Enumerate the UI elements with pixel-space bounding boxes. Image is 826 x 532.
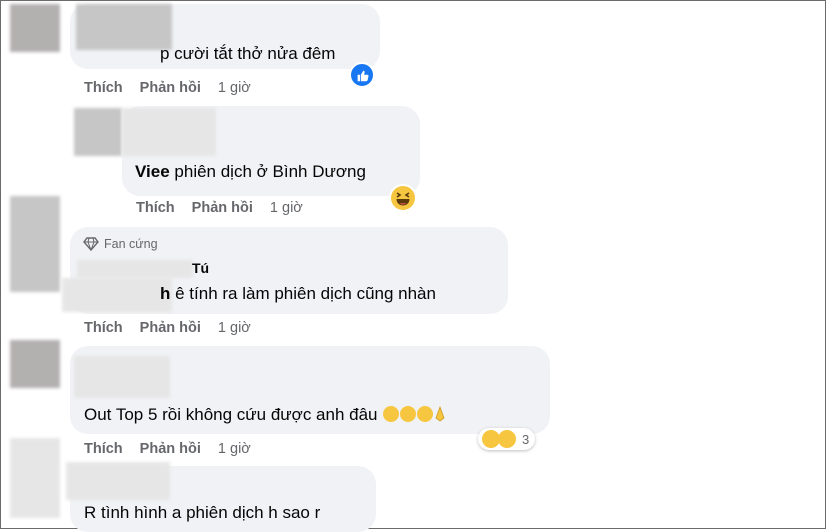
laughing-tears-icon [400,406,417,422]
mentioned-name[interactable]: Viee [135,162,170,181]
comment-time[interactable]: 1 giờ [218,441,251,457]
author-name[interactable] [76,4,172,50]
comment-text: p cười tắt thở nửa đêm [160,44,336,63]
author-name[interactable] [74,356,170,398]
blurred-text [62,278,172,312]
avatar[interactable] [10,340,60,388]
fan-badge: Fan cứng [83,237,158,251]
reply-button[interactable]: Phản hồi [140,441,201,457]
reply-button[interactable]: Phản hồi [140,320,201,336]
like-button[interactable]: Thích [84,441,123,457]
haha-icon [498,430,516,448]
avatar[interactable] [74,108,122,156]
avatar[interactable] [10,4,60,52]
folded-hands-icon [433,405,447,422]
comment-time[interactable]: 1 giờ [218,80,251,96]
reply-button[interactable]: Phản hồi [140,80,201,96]
author-name-suffix[interactable]: Tú [192,260,209,276]
author-name[interactable] [66,462,170,500]
laughing-tears-icon [417,406,434,422]
diamond-icon [83,237,99,251]
author-name[interactable] [122,108,216,156]
reply-button[interactable]: Phản hồi [192,200,253,216]
like-button[interactable]: Thích [136,200,175,216]
comment-time[interactable]: 1 giờ [270,200,303,216]
comment-text: Out Top 5 rồi không cứu được anh đâu [84,405,447,425]
like-icon [357,70,369,81]
comment-text: Viee phiên dịch ở Bình Dương [135,162,366,181]
like-reaction[interactable] [349,62,375,88]
dizzy-face-icon [383,406,400,422]
author-name[interactable] [77,260,193,278]
comment-actions: Thích Phản hồi 1 giờ [136,200,303,216]
comment-time[interactable]: 1 giờ [218,320,251,336]
badge-label: Fan cứng [104,237,158,251]
haha-icon [396,192,410,206]
comment-text: h ê tính ra làm phiên dịch cũng nhàn [160,284,436,303]
reaction-summary[interactable]: 3 [478,428,536,450]
comment-actions: Thích Phản hồi 1 giờ [84,441,251,457]
like-button[interactable]: Thích [84,320,123,336]
haha-reaction[interactable] [389,184,417,212]
comment-actions: Thích Phản hồi 1 giờ [84,80,251,96]
like-button[interactable]: Thích [84,80,123,96]
avatar[interactable] [10,438,60,518]
avatar[interactable] [10,196,60,292]
comment-text: R tình hình a phiên dịch h sao r [84,503,321,522]
reaction-count: 3 [522,431,530,447]
comment-actions: Thích Phản hồi 1 giờ [84,320,251,336]
